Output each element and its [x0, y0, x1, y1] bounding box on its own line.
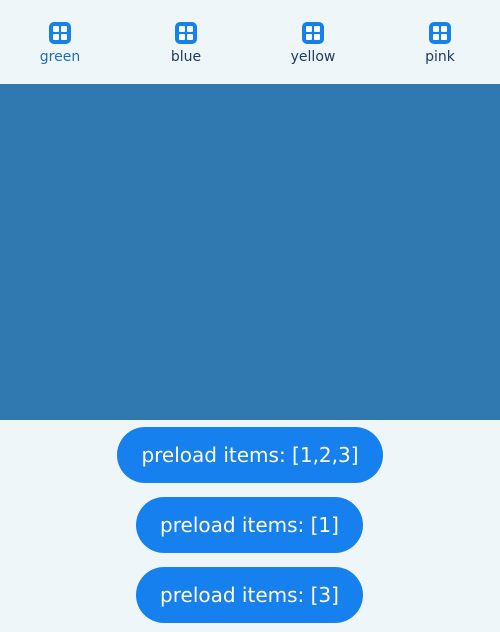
preload-items-3-button[interactable]: preload items: [3] [136, 567, 363, 623]
tab-blue[interactable]: blue [141, 20, 231, 72]
tab-label-pink: pink [425, 49, 455, 65]
tab-green[interactable]: green [15, 20, 105, 72]
tab-label-blue: blue [170, 49, 202, 65]
preload-items-1-2-3-button[interactable]: preload items: [1,2,3] [117, 427, 383, 483]
app-grid-icon [175, 22, 197, 44]
tab-pink[interactable]: pink [395, 20, 485, 72]
tab-bar: green blue yellow pink [0, 0, 500, 84]
tab-label-green: green [39, 49, 81, 65]
app-grid-icon [429, 22, 451, 44]
tab-label-yellow: yellow [290, 49, 336, 65]
app-grid-icon [302, 22, 324, 44]
tab-content-panel[interactable] [0, 84, 500, 420]
preload-items-1-button[interactable]: preload items: [1] [136, 497, 363, 553]
tab-yellow[interactable]: yellow [268, 20, 358, 72]
app-grid-icon [49, 22, 71, 44]
